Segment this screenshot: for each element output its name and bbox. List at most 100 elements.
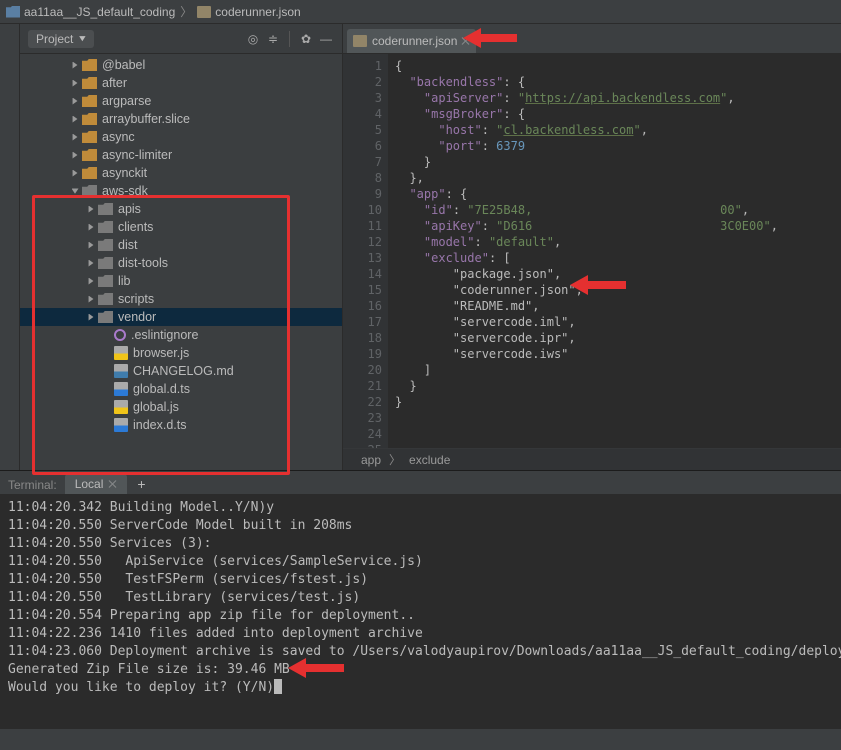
json-file-icon [197, 6, 211, 18]
nav-breadcrumb: aa11aa__JS_default_coding 〉 coderunner.j… [0, 0, 841, 24]
hide-panel-icon[interactable]: — [318, 31, 334, 47]
project-selector[interactable]: Project [28, 30, 94, 48]
tree-item--babel[interactable]: @babel [20, 56, 342, 74]
project-tree[interactable]: @babelafterargparsearraybuffer.sliceasyn… [20, 54, 342, 470]
breadcrumb-project[interactable]: aa11aa__JS_default_coding [6, 5, 175, 19]
tree-item-label: .eslintignore [131, 326, 198, 344]
tree-item-label: index.d.ts [133, 416, 187, 434]
editor-tab-bar: coderunner.json [343, 24, 841, 54]
tree-item-label: lib [118, 272, 131, 290]
terminal-line: 11:04:22.236 1410 files added into deplo… [8, 625, 833, 643]
folder-icon [6, 6, 20, 18]
code-line-15: "exclude": [ [395, 250, 841, 266]
tree-item-label: scripts [118, 290, 154, 308]
chevron-right-icon [72, 170, 79, 177]
chevron-right-icon [88, 260, 95, 267]
terminal-output[interactable]: 11:04:20.342 Building Model..Y/N)y 11:04:… [0, 495, 841, 728]
terminal-panel-label: Terminal: [4, 478, 65, 494]
tree-item-arraybuffer-slice[interactable]: arraybuffer.slice [20, 110, 342, 128]
code-line-1: { [395, 58, 841, 74]
tree-item--eslintignore[interactable]: .eslintignore [20, 326, 342, 344]
json-file-icon [353, 35, 367, 47]
folder-orange-icon [82, 131, 97, 143]
tree-item-global-d-ts[interactable]: global.d.ts [20, 380, 342, 398]
folder-grey-icon [82, 185, 97, 197]
code-line-18: "coderunner.json", [395, 282, 841, 298]
folder-grey-icon [98, 221, 113, 233]
settings-icon[interactable]: ✿ [298, 31, 314, 47]
terminal-line: 11:04:20.342 Building Model..Y/N)y [8, 499, 833, 517]
tree-item-vendor[interactable]: vendor [20, 308, 342, 326]
tree-item-apis[interactable]: apis [20, 200, 342, 218]
terminal-line: 11:04:23.060 Deployment archive is saved… [8, 643, 833, 661]
terminal-tab-local[interactable]: Local [65, 474, 128, 494]
file-md-icon [114, 364, 128, 378]
folder-orange-icon [82, 95, 97, 107]
code-line-9: }, [395, 170, 841, 186]
folder-grey-icon [98, 293, 113, 305]
breadcrumb-file-label: coderunner.json [215, 5, 300, 19]
tree-item-label: global.d.ts [133, 380, 190, 398]
tree-item-async[interactable]: async [20, 128, 342, 146]
tree-item-clients[interactable]: clients [20, 218, 342, 236]
chevron-down-icon [72, 188, 79, 195]
file-ts-icon [114, 382, 128, 396]
tree-item-global-js[interactable]: global.js [20, 398, 342, 416]
chevron-right-icon [88, 224, 95, 231]
tree-item-scripts[interactable]: scripts [20, 290, 342, 308]
code-line-3: "apiServer": "https://api.backendless.co… [395, 90, 841, 106]
terminal-line: 11:04:20.554 Preparing app zip file for … [8, 607, 833, 625]
editor-code[interactable]: { "backendless": { "apiServer": "https:/… [389, 54, 841, 448]
tree-item-lib[interactable]: lib [20, 272, 342, 290]
chevron-right-icon: 〉 [178, 3, 194, 20]
tree-item-dist[interactable]: dist [20, 236, 342, 254]
tree-item-index-d-ts[interactable]: index.d.ts [20, 416, 342, 434]
terminal-line: 11:04:20.550 Services (3): [8, 535, 833, 553]
code-line-20: "servercode.iml", [395, 314, 841, 330]
close-icon[interactable] [462, 37, 470, 45]
terminal-line: 11:04:20.550 TestFSPerm (services/fstest… [8, 571, 833, 589]
tree-item-aws-sdk[interactable]: aws-sdk [20, 182, 342, 200]
tree-item-label: arraybuffer.slice [102, 110, 190, 128]
terminal-add-button[interactable] [127, 474, 155, 494]
tree-item-label: dist-tools [118, 254, 168, 272]
folder-orange-icon [82, 59, 97, 71]
code-line-19: "README.md", [395, 298, 841, 314]
tree-item-after[interactable]: after [20, 74, 342, 92]
collapse-icon[interactable]: ≑ [265, 31, 281, 47]
terminal-panel: Terminal: Local 11:04:20.342 Building Mo… [0, 470, 841, 728]
folder-orange-icon [82, 113, 97, 125]
chevron-right-icon [88, 296, 95, 303]
code-line-17: "package.json", [395, 266, 841, 282]
tree-item-asynckit[interactable]: asynckit [20, 164, 342, 182]
code-line-8: } [395, 154, 841, 170]
folder-orange-icon [82, 167, 97, 179]
close-icon[interactable] [109, 480, 117, 488]
code-line-7: "port": 6379 [395, 138, 841, 154]
tree-item-changelog-md[interactable]: CHANGELOG.md [20, 362, 342, 380]
editor-breadcrumb[interactable]: app 〉 exclude [343, 448, 841, 470]
chevron-right-icon [88, 242, 95, 249]
locate-icon[interactable]: ◎ [245, 31, 261, 47]
terminal-cursor [274, 679, 282, 694]
tree-item-argparse[interactable]: argparse [20, 92, 342, 110]
code-line-2: "backendless": { [395, 74, 841, 90]
file-purple-icon [114, 329, 126, 341]
tree-item-label: async [102, 128, 135, 146]
file-js-icon [114, 346, 128, 360]
editor-tab-label: coderunner.json [372, 34, 457, 48]
project-panel: Project ◎ ≑ ✿ — @babelafterargparsearray… [20, 24, 343, 470]
folder-grey-icon [98, 257, 113, 269]
tree-item-browser-js[interactable]: browser.js [20, 344, 342, 362]
chevron-right-icon [72, 152, 79, 159]
plus-icon [137, 476, 145, 492]
editor-gutter: 1234567891011121314151617181920212223242… [343, 54, 389, 448]
chevron-right-icon [72, 134, 79, 141]
file-js-icon [114, 400, 128, 414]
code-line-24: } [395, 378, 841, 394]
tree-item-async-limiter[interactable]: async-limiter [20, 146, 342, 164]
breadcrumb-file[interactable]: coderunner.json [197, 5, 300, 19]
terminal-line: 11:04:20.550 ApiService (services/Sample… [8, 553, 833, 571]
tree-item-dist-tools[interactable]: dist-tools [20, 254, 342, 272]
editor-tab-coderunner[interactable]: coderunner.json [347, 29, 476, 53]
